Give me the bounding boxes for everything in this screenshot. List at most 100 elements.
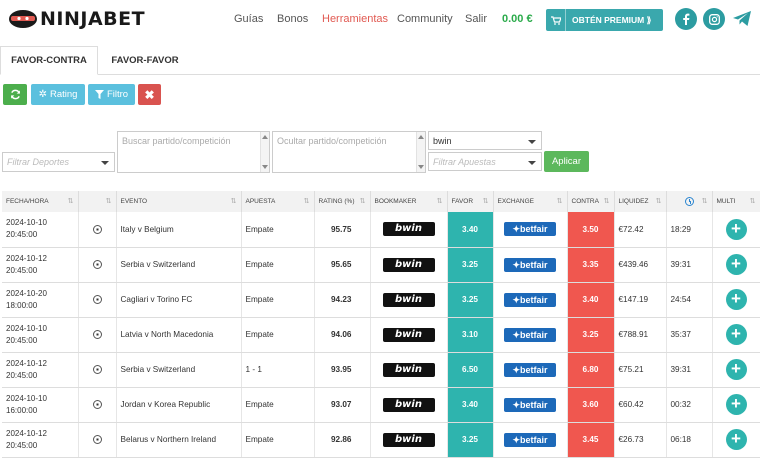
clear-button[interactable]: ✖ xyxy=(138,84,161,105)
countdown-cell: 18:29 xyxy=(666,212,713,248)
apply-button[interactable]: Aplicar xyxy=(544,151,589,172)
col-sport[interactable]: ⇅ xyxy=(78,191,117,212)
row-time: 20:45:00 xyxy=(6,230,38,240)
table-row[interactable]: 2024-10-10 20:45:00 Latvia v North Macedon… xyxy=(2,317,760,353)
col-bookmaker[interactable]: BOOKMAKER ⇅ xyxy=(370,191,448,212)
sports-filter-select[interactable]: Filtrar Deportes xyxy=(2,152,115,172)
search-match-placeholder: Buscar partido/competición xyxy=(122,136,231,146)
col-evento[interactable]: EVENTO ⇅ xyxy=(116,191,242,212)
table-row[interactable]: 2024-10-12 20:45:00 Belarus v Northern Ire… xyxy=(2,422,760,458)
betfair-logo: ✦betfair xyxy=(504,327,556,342)
bookmaker-cell[interactable]: bwin xyxy=(370,282,448,318)
close-icon: ✖ xyxy=(144,87,155,102)
textarea-scrollbar[interactable] xyxy=(416,132,425,172)
sports-filter-placeholder: Filtrar Deportes xyxy=(7,157,70,167)
add-multi-button[interactable]: + xyxy=(725,394,747,415)
col-multi[interactable]: MULTI ⇅ xyxy=(712,191,760,212)
date-cell: 2024-10-10 16:00:00 xyxy=(2,387,79,423)
bookmaker-cell[interactable]: bwin xyxy=(370,422,448,458)
table-row[interactable]: 2024-10-12 20:45:00 Serbia v Switzerland 1 … xyxy=(2,352,760,388)
bet-cell: Empate xyxy=(241,422,315,458)
exchange-cell[interactable]: ✦betfair xyxy=(493,317,568,353)
table-row[interactable]: 2024-10-10 16:00:00 Jordan v Korea Republi… xyxy=(2,387,760,423)
row-time: 18:00:00 xyxy=(6,300,38,310)
col-fecha-hora[interactable]: FECHA/HORA ⇅ xyxy=(2,191,79,212)
exchange-cell[interactable]: ✦betfair xyxy=(493,387,568,423)
add-multi-button[interactable]: + xyxy=(725,218,747,240)
col-favor[interactable]: FAVOR ⇅ xyxy=(447,191,494,212)
nav-community[interactable]: Community xyxy=(397,13,453,25)
logo[interactable]: NINJABET xyxy=(8,8,145,30)
bookmaker-select[interactable]: bwin xyxy=(428,131,542,150)
top-navbar: NINJABET Guías Bonos Herramientas Commun… xyxy=(0,0,760,38)
col-contra[interactable]: CONTRA ⇅ xyxy=(567,191,615,212)
bet-cell: Empate xyxy=(241,282,315,318)
odds-table: FECHA/HORA ⇅ ⇅ EVENTO ⇅ APUESTA ⇅ RATING (%… xyxy=(2,191,760,458)
search-match-textarea[interactable]: Buscar partido/competición xyxy=(117,131,270,173)
refresh-button[interactable] xyxy=(3,84,27,105)
filter-button[interactable]: Filtro xyxy=(88,84,135,105)
nav-bonos[interactable]: Bonos xyxy=(277,13,308,25)
bookmaker-cell[interactable]: bwin xyxy=(370,352,448,388)
col-rating[interactable]: RATING (%) ⇅ xyxy=(314,191,371,212)
exchange-cell[interactable]: ✦betfair xyxy=(493,247,568,283)
table-row[interactable]: 2024-10-20 18:00:00 Cagliari v Torino FC Em… xyxy=(2,282,760,318)
add-multi-button[interactable]: + xyxy=(725,359,747,380)
bets-filter-select[interactable]: Filtrar Apuestas xyxy=(428,152,542,171)
add-multi-button[interactable]: + xyxy=(725,289,747,310)
col-liquidez[interactable]: LIQUIDEZ ⇅ xyxy=(614,191,667,212)
hide-match-textarea[interactable]: Ocultar partido/competición xyxy=(272,131,426,173)
col-exchange[interactable]: EXCHANGE ⇅ xyxy=(493,191,568,212)
col-time[interactable]: ⇅ xyxy=(666,191,713,212)
countdown-cell: 35:37 xyxy=(666,317,713,353)
tab-favor-contra[interactable]: FAVOR-CONTRA xyxy=(0,46,98,75)
table-row[interactable]: 2024-10-10 20:45:00 Italy v Belgium Empate 9… xyxy=(2,212,760,248)
event-cell: Belarus v Northern Ireland xyxy=(116,422,242,458)
row-date: 2024-10-10 xyxy=(6,323,47,333)
exchange-cell[interactable]: ✦betfair xyxy=(493,212,568,248)
chevron-down-icon xyxy=(528,140,536,144)
col-apuesta[interactable]: APUESTA ⇅ xyxy=(241,191,315,212)
soccer-ball-icon xyxy=(92,400,102,410)
contra-odds-cell: 3.25 xyxy=(567,317,615,353)
row-time: 20:45:00 xyxy=(6,370,38,380)
row-date: 2024-10-12 xyxy=(6,358,47,368)
add-multi-button[interactable]: + xyxy=(725,254,747,275)
row-date: 2024-10-20 xyxy=(6,288,47,298)
facebook-icon[interactable] xyxy=(675,8,697,30)
multi-cell: + xyxy=(712,317,760,353)
hide-match-placeholder: Ocultar partido/competición xyxy=(277,136,387,146)
tab-favor-favor[interactable]: FAVOR-FAVOR xyxy=(102,46,188,75)
nav-salir[interactable]: Salir xyxy=(465,13,487,25)
filter-button-label: Filtro xyxy=(106,89,129,100)
exchange-cell[interactable]: ✦betfair xyxy=(493,352,568,388)
exchange-cell[interactable]: ✦betfair xyxy=(493,282,568,318)
telegram-icon[interactable] xyxy=(731,8,753,28)
contra-odds-cell: 3.35 xyxy=(567,247,615,283)
liquidity-cell: €75.21 xyxy=(614,352,667,388)
rating-button[interactable]: ✲ Rating xyxy=(31,84,85,105)
premium-button[interactable]: OBTÉN PREMIUM ⟫ xyxy=(546,9,663,31)
table-row[interactable]: 2024-10-12 20:45:00 Serbia v Switzerland Em… xyxy=(2,247,760,283)
textarea-scrollbar[interactable] xyxy=(260,132,269,172)
row-time: 20:45:00 xyxy=(6,335,38,345)
row-time: 16:00:00 xyxy=(6,405,38,415)
premium-label: OBTÉN PREMIUM ⟫ xyxy=(572,14,652,25)
bookmaker-cell[interactable]: bwin xyxy=(370,387,448,423)
bookmaker-cell[interactable]: bwin xyxy=(370,212,448,248)
bookmaker-cell[interactable]: bwin xyxy=(370,317,448,353)
bet-cell: Empate xyxy=(241,317,315,353)
row-time: 20:45:00 xyxy=(6,265,38,275)
favor-odds-cell: 6.50 xyxy=(447,352,494,388)
add-multi-button[interactable]: + xyxy=(725,324,747,345)
add-multi-button[interactable]: + xyxy=(725,429,747,450)
nav-guias[interactable]: Guías xyxy=(234,13,263,25)
exchange-cell[interactable]: ✦betfair xyxy=(493,422,568,458)
bookmaker-cell[interactable]: bwin xyxy=(370,247,448,283)
bwin-logo: bwin xyxy=(382,292,435,307)
nav-herramientas[interactable]: Herramientas xyxy=(322,13,388,25)
instagram-icon[interactable] xyxy=(703,8,725,30)
event-cell: Serbia v Switzerland xyxy=(116,352,242,388)
multi-cell: + xyxy=(712,352,760,388)
soccer-ball-icon xyxy=(92,365,102,375)
